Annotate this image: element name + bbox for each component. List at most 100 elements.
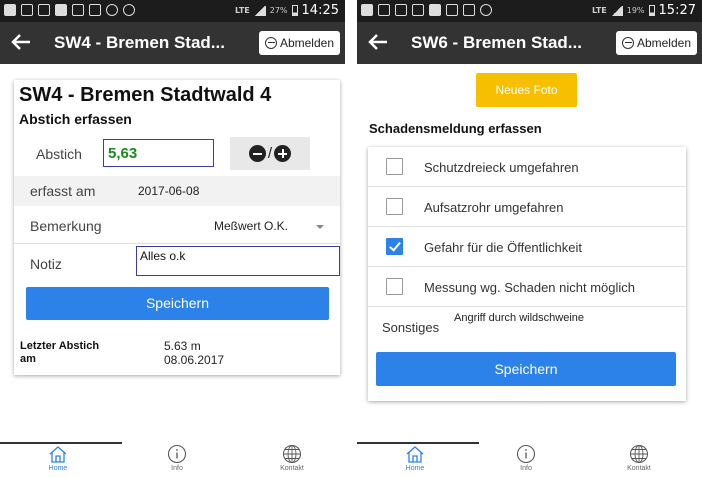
- last-abstich-label-line2: am: [20, 353, 36, 365]
- notification-icons: [361, 4, 492, 16]
- globe-icon: [630, 445, 648, 463]
- notification-icon: [480, 4, 492, 16]
- check-label: Schutzdreieck umgefahren: [424, 160, 579, 175]
- nav-info[interactable]: Info: [496, 444, 556, 472]
- app-bar-title: SW4 - Bremen Stad...: [54, 33, 225, 52]
- last-abstich-values: 5.63 m 08.06.2017: [164, 339, 224, 367]
- notification-icon: [378, 4, 390, 16]
- last-abstich-date: 08.06.2017: [164, 353, 225, 367]
- nav-kontakt[interactable]: Kontakt: [609, 444, 669, 472]
- stepper-separator: /: [267, 145, 273, 162]
- app-bar: SW4 - Bremen Stad... Abmelden: [0, 22, 345, 64]
- back-arrow-icon[interactable]: [367, 31, 389, 53]
- info-icon: [167, 444, 187, 464]
- erfasst-label: erfasst am: [30, 183, 96, 199]
- notification-icon: [446, 4, 458, 16]
- abstich-input[interactable]: 5,63: [103, 139, 214, 167]
- bemerkung-select[interactable]: Bemerkung Meßwert O.K.: [14, 208, 340, 244]
- nav-home[interactable]: Home: [385, 444, 445, 472]
- checkbox-unchecked[interactable]: [386, 158, 403, 175]
- check-label: Aufsatzrohr umgefahren: [424, 200, 564, 215]
- checkbox-unchecked[interactable]: [386, 198, 403, 215]
- nav-info-label: Info: [520, 465, 532, 472]
- notification-icon: [89, 4, 101, 16]
- notification-icon: [429, 4, 441, 16]
- battery-percent: 27%: [269, 6, 288, 15]
- signal-icon: [610, 5, 623, 16]
- abstich-row: Abstich 5,63 /: [14, 132, 340, 174]
- check-row-schutzdreieck[interactable]: Schutzdreieck umgefahren: [368, 147, 686, 187]
- notiz-input[interactable]: Alles o.k: [136, 246, 340, 276]
- notification-icon: [21, 4, 33, 16]
- notification-icon: [72, 4, 84, 16]
- nav-kontakt[interactable]: Kontakt: [262, 444, 322, 472]
- notification-icons: [4, 4, 135, 16]
- logout-icon: [621, 37, 634, 49]
- battery-icon: [648, 5, 655, 16]
- last-abstich-value: 5.63 m: [164, 339, 201, 353]
- nav-kontakt-label: Kontakt: [627, 465, 651, 472]
- check-row-messung[interactable]: Messung wg. Schaden nicht möglich: [368, 267, 686, 307]
- nav-info[interactable]: Info: [147, 444, 207, 472]
- nav-home-label: Home: [405, 465, 425, 472]
- home-icon: [406, 446, 424, 463]
- app-bar: SW6 - Bremen Stad... Abmelden: [357, 22, 702, 64]
- last-abstich-label: Letzter Abstich am: [20, 340, 130, 366]
- erfasst-date: 2017-06-08: [138, 184, 200, 198]
- logout-icon: [264, 37, 277, 49]
- nav-info-label: Info: [171, 465, 183, 472]
- notification-icon: [463, 4, 475, 16]
- checkbox-checked[interactable]: [386, 238, 403, 255]
- save-button[interactable]: Speichern: [376, 352, 676, 386]
- bottom-navigation: Home Info Kontakt: [357, 438, 702, 477]
- status-bar: LTE 27% 14:25: [0, 0, 345, 22]
- notification-icon: [38, 4, 50, 16]
- abstich-label: Abstich: [36, 146, 82, 162]
- nav-kontakt-label: Kontakt: [280, 465, 304, 472]
- logout-button[interactable]: Abmelden: [615, 31, 697, 55]
- logout-button[interactable]: Abmelden: [258, 31, 340, 55]
- check-row-gefahr[interactable]: Gefahr für die Öffentlichkeit: [368, 227, 686, 267]
- abstich-form-card: SW4 - Bremen Stadtwald 4 Abstich erfasse…: [14, 80, 340, 375]
- notification-icon: [55, 4, 67, 16]
- section-title: Schadensmeldung erfassen: [369, 121, 542, 136]
- home-icon: [49, 446, 67, 463]
- last-abstich-label-line1: Letzter Abstich: [20, 340, 100, 352]
- clock: 14:25: [301, 3, 339, 18]
- notification-icon: [4, 4, 16, 16]
- sonstiges-row: Sonstiges Angriff durch wildschweine: [368, 308, 686, 342]
- info-icon: [516, 444, 536, 464]
- logout-label: Abmelden: [636, 36, 691, 50]
- phone-screen-left: LTE 27% 14:25 SW4 - Bremen Stad... Abmel…: [0, 0, 345, 477]
- back-arrow-icon[interactable]: [10, 31, 32, 53]
- checkbox-unchecked[interactable]: [386, 278, 403, 295]
- new-photo-button[interactable]: Neues Foto: [476, 73, 577, 107]
- section-title: Abstich erfassen: [19, 111, 132, 127]
- notification-icon: [361, 4, 373, 16]
- decrement-button[interactable]: [248, 145, 266, 162]
- app-bar-title: SW6 - Bremen Stad...: [411, 33, 582, 52]
- notiz-label: Notiz: [30, 256, 62, 272]
- erfasst-row: erfasst am 2017-06-08: [14, 176, 340, 206]
- phone-screen-right: LTE 19% 15:27 SW6 - Bremen Stad... Abmel…: [357, 0, 702, 477]
- notification-icon: [395, 4, 407, 16]
- bemerkung-label: Bemerkung: [30, 218, 102, 234]
- check-row-aufsatzrohr[interactable]: Aufsatzrohr umgefahren: [368, 187, 686, 227]
- signal-icon: [253, 5, 266, 16]
- increment-button[interactable]: [274, 145, 292, 162]
- notification-icon: [123, 4, 135, 16]
- check-label: Messung wg. Schaden nicht möglich: [424, 280, 636, 295]
- page-title: SW4 - Bremen Stadtwald 4: [19, 84, 272, 106]
- notification-icon: [412, 4, 424, 16]
- battery-icon: [291, 5, 298, 16]
- network-type: LTE: [592, 6, 607, 15]
- network-type: LTE: [235, 6, 250, 15]
- nav-home-label: Home: [48, 465, 68, 472]
- abstich-stepper: /: [230, 137, 310, 170]
- save-button[interactable]: Speichern: [26, 287, 329, 320]
- bottom-navigation: Home Info Kontakt: [0, 438, 345, 477]
- sonstiges-textarea[interactable]: Angriff durch wildschweine: [452, 312, 682, 338]
- chevron-down-icon: [316, 225, 324, 229]
- nav-home[interactable]: Home: [28, 444, 88, 472]
- battery-percent: 19%: [626, 6, 645, 15]
